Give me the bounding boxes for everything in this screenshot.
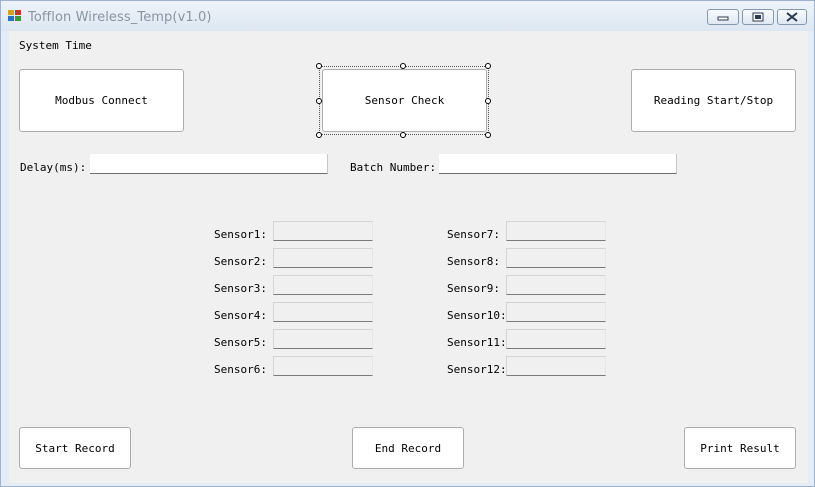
app-icon xyxy=(8,10,22,22)
sensor-1-field[interactable] xyxy=(273,221,373,241)
sensor-4-label: Sensor4: xyxy=(214,309,267,322)
sensor-8-label: Sensor8: xyxy=(447,255,500,268)
sensor-7-label: Sensor7: xyxy=(447,228,500,241)
sensor-3-field[interactable] xyxy=(273,275,373,295)
sensor-12-field[interactable] xyxy=(506,356,606,376)
sensor-12-label: Sensor12: xyxy=(447,363,507,376)
print-result-button[interactable]: Print Result xyxy=(684,427,796,469)
delay-input[interactable] xyxy=(90,154,328,174)
sensor-4-field[interactable] xyxy=(273,302,373,322)
resize-handle-left[interactable] xyxy=(316,98,322,104)
sensor-5-field[interactable] xyxy=(273,329,373,349)
start-record-button[interactable]: Start Record xyxy=(19,427,131,469)
maximize-icon xyxy=(752,12,764,22)
sensor-11-label: Sensor11: xyxy=(447,336,507,349)
sensor-3-label: Sensor3: xyxy=(214,282,267,295)
resize-handle-top-right[interactable] xyxy=(485,63,491,69)
sensor-2-field[interactable] xyxy=(273,248,373,268)
batch-number-input[interactable] xyxy=(439,154,677,174)
sensor-7-field[interactable] xyxy=(506,221,606,241)
delay-label: Delay(ms): xyxy=(20,161,87,174)
close-icon xyxy=(786,12,798,22)
selection-frame xyxy=(319,66,489,135)
resize-handle-top-left[interactable] xyxy=(316,63,322,69)
sensor-10-field[interactable] xyxy=(506,302,606,322)
sensor-5-label: Sensor5: xyxy=(214,336,267,349)
sensor-1-label: Sensor1: xyxy=(214,228,267,241)
reading-start-stop-button[interactable]: Reading Start/Stop xyxy=(631,69,796,132)
resize-handle-bottom[interactable] xyxy=(400,132,406,138)
sensor-11-field[interactable] xyxy=(506,329,606,349)
sensor-9-field[interactable] xyxy=(506,275,606,295)
resize-handle-bottom-right[interactable] xyxy=(485,132,491,138)
resize-handle-bottom-left[interactable] xyxy=(316,132,322,138)
sensor-2-label: Sensor2: xyxy=(214,255,267,268)
sensor-6-label: Sensor6: xyxy=(214,363,267,376)
maximize-button[interactable] xyxy=(742,9,774,25)
sensor-9-label: Sensor9: xyxy=(447,282,500,295)
title-bar[interactable]: Tofflon Wireless_Temp(v1.0) xyxy=(1,1,814,31)
system-time-label: System Time xyxy=(19,39,92,52)
sensor-6-field[interactable] xyxy=(273,356,373,376)
form-area: System Time Modbus Connect Sensor Check … xyxy=(9,31,808,483)
minimize-button[interactable] xyxy=(707,9,739,25)
sensor-10-label: Sensor10: xyxy=(447,309,507,322)
modbus-connect-button[interactable]: Modbus Connect xyxy=(19,69,184,132)
end-record-button[interactable]: End Record xyxy=(352,427,464,469)
window-title: Tofflon Wireless_Temp(v1.0) xyxy=(28,10,212,25)
minimize-icon xyxy=(717,16,729,21)
app-window: Tofflon Wireless_Temp(v1.0) System Time … xyxy=(0,0,815,487)
resize-handle-top[interactable] xyxy=(400,63,406,69)
sensor-8-field[interactable] xyxy=(506,248,606,268)
batch-number-label: Batch Number: xyxy=(350,161,437,174)
close-button[interactable] xyxy=(777,9,807,25)
resize-handle-right[interactable] xyxy=(485,98,491,104)
